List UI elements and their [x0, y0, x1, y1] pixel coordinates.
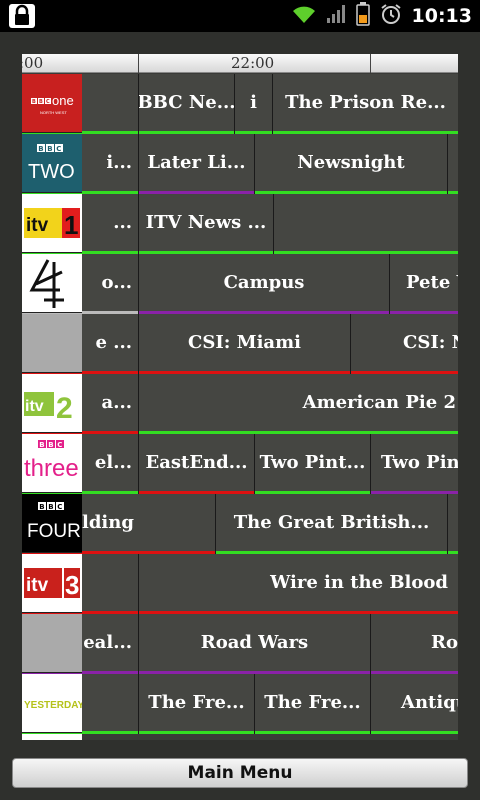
channel-row-10: eal... Road Wars Ro [22, 614, 458, 674]
svg-text:C: C [46, 99, 50, 105]
svg-text:itv: itv [26, 575, 49, 596]
channel4-logo[interactable] [22, 254, 82, 313]
programme-cell[interactable]: Two Pint [371, 434, 458, 494]
programme-guide[interactable]: :00 22:00 BBC Ne... i The Prison Re... i… [22, 54, 458, 740]
programme-cell[interactable]: Wire in the Blood [139, 554, 458, 614]
wifi-icon [292, 4, 316, 28]
svg-text:C: C [56, 145, 61, 153]
battery-icon [355, 2, 370, 30]
svg-text:1: 1 [64, 210, 78, 240]
itv1-logo[interactable]: itv 1 [22, 194, 82, 253]
programme-cell[interactable]: The Prison Re... [273, 74, 458, 134]
svg-text:itv: itv [25, 398, 44, 415]
programme-cell[interactable] [274, 194, 458, 254]
bbc-one-logo[interactable]: B B C one NORTH WEST [22, 74, 82, 133]
svg-text:B: B [48, 503, 53, 511]
svg-text:one: one [52, 93, 74, 108]
clock: 10:13 [411, 5, 472, 27]
bbc-three-logo[interactable]: B B C three [22, 434, 82, 493]
programme-cell[interactable]: Newsnight [255, 134, 448, 194]
bbc-four-logo[interactable]: B B C FOUR [22, 494, 82, 553]
itv2-logo[interactable]: itv 2 [22, 374, 82, 433]
programme-cell[interactable]: i [235, 74, 273, 134]
svg-text:B: B [39, 503, 44, 511]
programme-cell[interactable]: Ro [371, 614, 458, 674]
programme-cell[interactable] [448, 494, 458, 554]
svg-text:B: B [47, 145, 52, 153]
svg-text:2: 2 [56, 392, 73, 425]
lock-icon [8, 3, 36, 29]
channel-row-bbc-one: BBC Ne... i The Prison Re... [22, 74, 458, 134]
programme-cell[interactable]: Later Li... [139, 134, 255, 194]
svg-text:C: C [57, 503, 62, 511]
svg-text:B: B [39, 441, 44, 449]
programme-cell[interactable]: Campus [139, 254, 390, 314]
svg-text:C: C [57, 441, 62, 449]
itv3-logo[interactable]: itv 3 [22, 554, 82, 613]
programme-cell[interactable]: CSI: Miami [139, 314, 351, 374]
programme-cell[interactable]: The Fre... [139, 674, 255, 734]
time-tick [370, 54, 371, 73]
programme-cell[interactable]: Antiqu [371, 674, 458, 734]
status-bar: 10:13 [0, 0, 480, 32]
channel-row-bbc-four: lding The Great British... [22, 494, 458, 554]
programme-cell[interactable]: The Fre... [255, 674, 371, 734]
svg-text:YESTERDAY: YESTERDAY [24, 700, 82, 711]
programme-cell[interactable]: Pete V [390, 254, 458, 314]
channel-row-channel4: o... Campus Pete V [22, 254, 458, 314]
channel-row-bbc-two: i... Later Li... Newsnight [22, 134, 458, 194]
channel-row-bbc-three: el... EastEnd... Two Pint... Two Pint [22, 434, 458, 494]
svg-text:B: B [32, 99, 36, 105]
svg-text:NORTH WEST: NORTH WEST [40, 110, 67, 115]
time-label: 22:00 [231, 54, 275, 72]
programme-cell[interactable]: American Pie 2 [139, 374, 458, 434]
programme-cell[interactable]: Two Pint... [255, 434, 371, 494]
channel-row-itv3: Wire in the Blood [22, 554, 458, 614]
programme-cell[interactable]: EastEnd... [139, 434, 255, 494]
svg-text:FOUR: FOUR [27, 521, 81, 542]
signal-icon [326, 4, 346, 28]
alarm-icon [380, 3, 402, 29]
bbc-two-logo[interactable]: B B C TWO [22, 134, 82, 193]
programme-cell[interactable] [448, 134, 458, 194]
svg-text:B: B [38, 145, 43, 153]
svg-text:itv: itv [26, 215, 49, 236]
programme-cell[interactable]: CSI: N [351, 314, 458, 374]
svg-text:B: B [48, 441, 53, 449]
channel-row-yesterday: The Fre... The Fre... Antiqu [22, 674, 458, 734]
svg-text:TWO: TWO [28, 161, 75, 183]
blank-logo[interactable] [22, 314, 82, 373]
time-label: :00 [22, 54, 44, 72]
channel-row-itv1: ... ITV News ... [22, 194, 458, 254]
main-menu-button[interactable]: Main Menu [12, 758, 468, 788]
blank-logo[interactable] [22, 614, 82, 673]
programme-cell[interactable]: The Great British... [216, 494, 448, 554]
svg-text:B: B [39, 99, 43, 105]
programme-cell[interactable]: BBC Ne... [139, 74, 235, 134]
partial-logo[interactable] [22, 734, 82, 740]
time-ruler: :00 22:00 [22, 54, 458, 73]
svg-text:3: 3 [65, 570, 79, 600]
programme-cell[interactable]: Road Wars [139, 614, 371, 674]
svg-text:three: three [24, 455, 79, 482]
channel-row-5: e ... CSI: Miami CSI: N [22, 314, 458, 374]
time-tick [138, 54, 139, 73]
yesterday-logo[interactable]: YESTERDAY [22, 674, 82, 733]
channel-row-itv2: a... American Pie 2 [22, 374, 458, 434]
programme-cell[interactable]: ITV News ... [139, 194, 274, 254]
